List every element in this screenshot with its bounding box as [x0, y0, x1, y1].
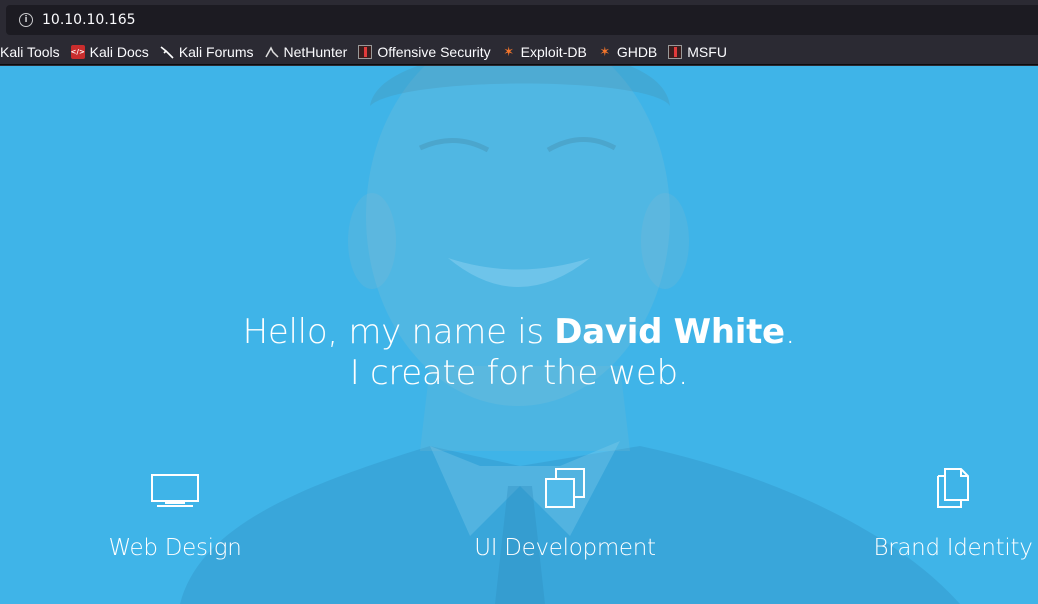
- service-label: Web Design: [108, 535, 242, 561]
- bookmark-label: Kali Docs: [89, 44, 149, 60]
- bookmark-msfu[interactable]: MSFU: [668, 40, 727, 64]
- greeting-prefix: Hello, my name is: [242, 312, 555, 352]
- stacked-windows-icon: [470, 464, 660, 508]
- offensive-security-icon: [358, 45, 373, 59]
- hero-section: Hello, my name is David White. I create …: [0, 66, 1038, 604]
- bookmark-label: Exploit-DB: [520, 44, 587, 60]
- bookmark-nethunter[interactable]: NetHunter: [264, 40, 348, 64]
- kali-docs-icon: </>: [71, 45, 85, 59]
- bookmark-label: MSFU: [687, 44, 727, 60]
- service-label: UI Development: [474, 535, 656, 561]
- nethunter-icon: [264, 45, 279, 59]
- hero-greeting: Hello, my name is David White.: [0, 312, 1038, 353]
- ghdb-icon: ✶: [599, 44, 611, 60]
- bookmark-label: Kali Forums: [178, 44, 254, 60]
- monitor-icon: [95, 464, 255, 508]
- greeting-suffix: .: [784, 312, 796, 352]
- service-ui-development: UI Development: [470, 464, 660, 561]
- hero-headline: Hello, my name is David White. I create …: [0, 312, 1038, 394]
- bookmark-kali-docs[interactable]: </> Kali Docs: [71, 40, 149, 64]
- bookmark-offensive-security[interactable]: Offensive Security: [358, 40, 491, 64]
- service-web-design: Web Design: [95, 464, 255, 561]
- service-brand-identity: Brand Identity: [868, 464, 1038, 561]
- bookmark-ghdb[interactable]: ✶ GHDB: [598, 40, 658, 64]
- service-label: Brand Identity: [873, 535, 1033, 561]
- hero-name: David White: [554, 312, 785, 352]
- hero-tagline: I create for the web.: [349, 353, 689, 393]
- msfu-icon: [668, 45, 683, 59]
- bookmark-label: NetHunter: [283, 44, 348, 60]
- bookmark-exploit-db[interactable]: ✶ Exploit-DB: [502, 40, 587, 64]
- bookmark-label: GHDB: [616, 44, 658, 60]
- bookmark-label: Offensive Security: [377, 44, 491, 60]
- bookmark-kali-tools[interactable]: Kali Tools: [0, 40, 60, 64]
- exploit-db-icon: ✶: [503, 44, 515, 60]
- bookmark-kali-forums[interactable]: Kali Forums: [160, 40, 254, 64]
- kali-forums-icon: [160, 45, 174, 59]
- documents-icon: [868, 464, 1038, 508]
- address-bar[interactable]: i 10.10.10.165: [6, 5, 1038, 35]
- address-bar-url[interactable]: 10.10.10.165: [42, 12, 136, 28]
- info-icon[interactable]: i: [19, 13, 33, 27]
- bookmark-label: Kali Tools: [0, 44, 60, 60]
- browser-toolbar: i 10.10.10.165: [0, 0, 1038, 40]
- bookmarks-toolbar: Kali Tools </> Kali Docs Kali Forums Net…: [0, 40, 1038, 65]
